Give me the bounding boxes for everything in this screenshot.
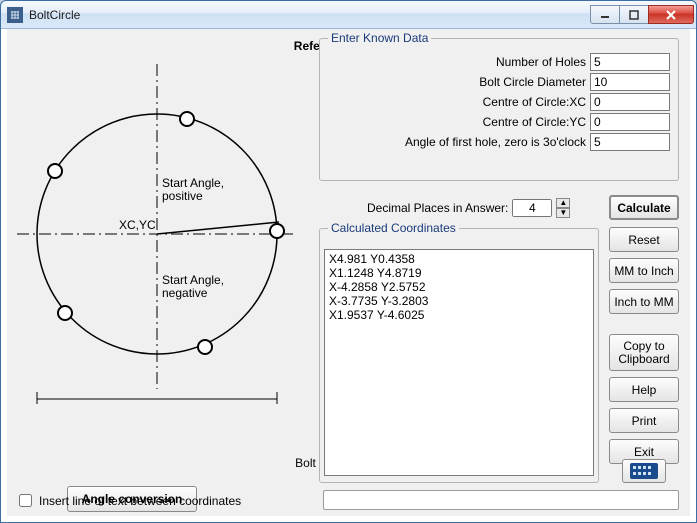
centre-yc-input[interactable] [590,113,670,131]
num-holes-input[interactable] [590,53,670,71]
decimal-places-row: Decimal Places in Answer: ▲ ▼ [367,198,570,218]
calculated-coordinates-output[interactable]: X4.981 Y0.4358 X1.1248 Y4.8719 X-4.2858 … [324,249,594,476]
app-icon [7,7,23,23]
calculated-coordinates-legend: Calculated Coordinates [328,221,459,235]
client-area: Reference Diagram Start Angle,positive S… [7,29,690,516]
mm-to-inch-button[interactable]: MM to Inch [609,258,679,283]
calculated-coordinates-group: Calculated Coordinates X4.981 Y0.4358 X1… [319,221,599,483]
reference-diagram-panel: Reference Diagram Start Angle,positive S… [15,35,315,467]
inch-to-mm-button[interactable]: Inch to MM [609,289,679,314]
insert-text-checkbox[interactable] [19,494,32,507]
window-title: BoltCircle [29,8,80,22]
centre-xc-label: Centre of Circle:XC [483,95,586,109]
reference-diagram-svg: Start Angle,positive Start Angle,negativ… [7,59,307,404]
enter-known-data-group: Enter Known Data Number of Holes Bolt Ci… [319,31,679,181]
keypad-button[interactable] [622,459,666,483]
centre-xc-input[interactable] [590,93,670,111]
center-xy-label: XC,YC [119,218,156,232]
centre-yc-label: Centre of Circle:YC [483,115,586,129]
start-angle-negative-label: Start Angle,negative [162,273,224,300]
print-button[interactable]: Print [609,408,679,433]
bolt-circle-diameter-input-label: Bolt Circle Diameter [479,75,586,89]
calculate-button[interactable]: Calculate [609,195,679,220]
window-controls [591,5,694,24]
decimal-places-label: Decimal Places in Answer: [367,201,508,215]
first-hole-angle-label: Angle of first hole, zero is 3o'clock [405,135,586,149]
bolt-circle-diameter-input[interactable] [590,73,670,91]
decimal-spinner-down[interactable]: ▼ [556,208,570,218]
decimal-places-spinner: ▲ ▼ [556,198,570,218]
copy-to-clipboard-button[interactable]: Copy to Clipboard [609,334,679,371]
help-button[interactable]: Help [609,377,679,402]
num-holes-label: Number of Holes [496,55,586,69]
app-window: BoltCircle Reference Diagram [0,0,697,523]
insert-text-label: Insert line of text between coordinates [39,494,241,508]
insert-text-checkbox-row[interactable]: Insert line of text between coordinates [15,491,241,510]
status-box [323,490,679,510]
maximize-button[interactable] [619,5,649,24]
keypad-icon [630,463,658,479]
start-angle-positive-label: Start Angle,positive [162,176,224,203]
close-button[interactable] [648,5,694,24]
titlebar: BoltCircle [1,1,696,29]
enter-known-data-legend: Enter Known Data [328,31,431,45]
first-hole-angle-input[interactable] [590,133,670,151]
reset-button[interactable]: Reset [609,227,679,252]
minimize-button[interactable] [590,5,620,24]
decimal-places-input[interactable] [512,199,552,217]
decimal-spinner-up[interactable]: ▲ [556,198,570,208]
action-button-column: Reset MM to Inch Inch to MM Copy to Clip… [609,227,679,464]
